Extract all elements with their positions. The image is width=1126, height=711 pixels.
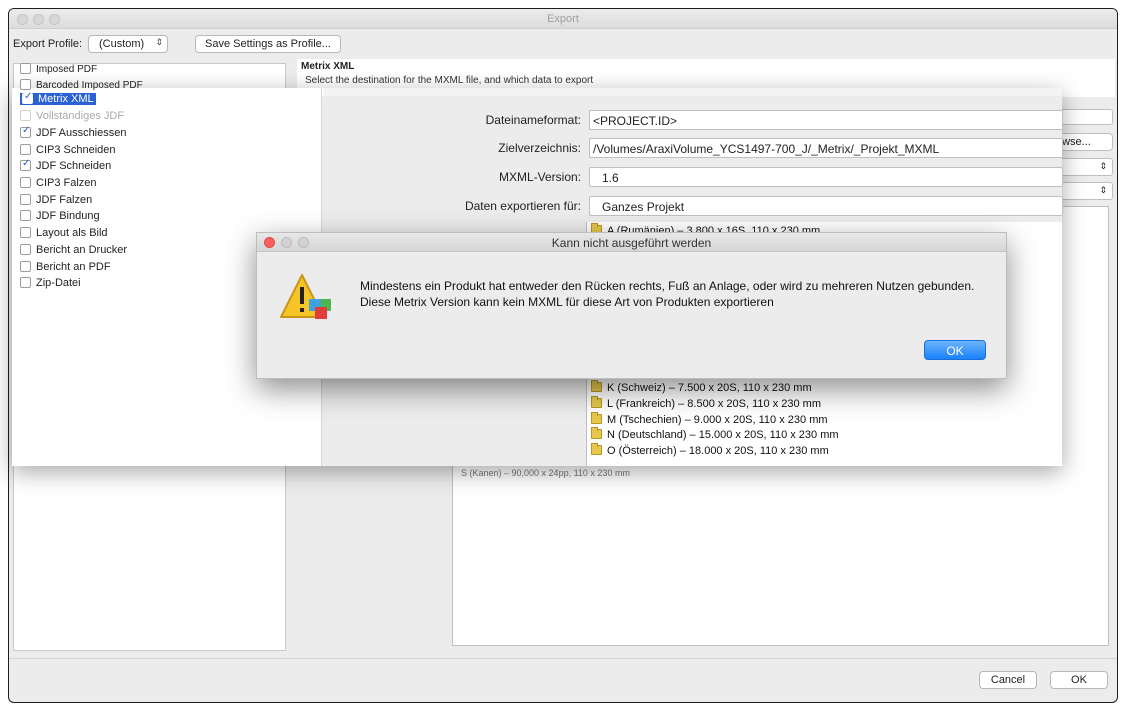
export-profile-label: Export Profile: xyxy=(13,38,83,50)
background-list-row: S (Kanen) – 90,000 x 24pp, 110 x 230 mm xyxy=(461,468,630,478)
warning-icon xyxy=(280,274,331,319)
checkbox[interactable] xyxy=(20,144,31,155)
export-window-title: Export xyxy=(547,13,579,25)
export-profile-value: (Custom) xyxy=(99,38,145,50)
folder-icon xyxy=(591,380,602,392)
checkbox[interactable] xyxy=(20,158,31,171)
folder-icon xyxy=(591,396,602,408)
dialog-titlebar: Kann nicht ausgeführt werden xyxy=(257,233,1006,252)
mxml-version-select[interactable]: 1.6 xyxy=(589,167,1063,187)
export-profile-select[interactable]: (Custom) ⇕ xyxy=(88,35,168,53)
dialog-message-line-1: Mindestens ein Produkt hat entweder den … xyxy=(360,279,975,293)
export-type-item[interactable]: JDF Bindung xyxy=(20,210,100,226)
filename-format-label: Dateinameformat: xyxy=(485,113,581,127)
checkbox[interactable] xyxy=(20,261,31,272)
export-type-item-metrix-xml[interactable]: Metrix XML xyxy=(20,91,96,109)
save-settings-profile-button[interactable]: Save Settings as Profile... xyxy=(195,35,341,53)
main-panel-title: Metrix XML xyxy=(301,61,355,72)
export-titlebar: Export xyxy=(9,9,1117,29)
panel-top-band xyxy=(323,88,1062,96)
export-data-for-select[interactable]: Ganzes Projekt xyxy=(589,196,1063,216)
export-data-for-label: Daten exportieren für: xyxy=(464,199,581,213)
checkbox[interactable] xyxy=(20,194,31,205)
export-type-item[interactable]: JDF Schneiden xyxy=(20,158,111,176)
checkbox[interactable] xyxy=(20,277,31,288)
checkbox[interactable] xyxy=(22,91,33,104)
main-panel-subtitle: Select the destination for the MXML file… xyxy=(305,75,594,86)
filename-format-input[interactable]: <PROJECT.ID> xyxy=(589,110,1063,130)
export-type-item[interactable]: Layout als Bild xyxy=(20,227,108,243)
checkbox[interactable] xyxy=(20,244,31,255)
ok-button[interactable]: OK xyxy=(1050,671,1108,689)
checkbox[interactable] xyxy=(20,63,31,74)
target-directory-input[interactable]: /Volumes/AraxiVolume_YCS1497-700_J/_Metr… xyxy=(589,138,1063,158)
folder-icon xyxy=(591,427,602,439)
dialog-title: Kann nicht ausgeführt werden xyxy=(551,236,712,250)
checkbox[interactable] xyxy=(20,125,31,138)
export-type-item[interactable]: CIP3 Schneiden xyxy=(20,144,116,160)
folder-icon xyxy=(591,443,602,455)
list-item[interactable]: O (Österreich) – 18.000 x 20S, 110 x 230… xyxy=(591,443,829,457)
dialog-message: Mindestens ein Produkt hat entweder den … xyxy=(360,278,974,310)
list-item[interactable]: M (Tschechien) – 9.000 x 20S, 110 x 230 … xyxy=(591,412,828,426)
footer-bar: Cancel OK xyxy=(9,658,1117,702)
export-type-item[interactable]: JDF Ausschiessen xyxy=(20,125,126,143)
mxml-version-label: MXML-Version: xyxy=(498,170,581,184)
export-type-item[interactable]: Bericht an Drucker xyxy=(20,244,127,260)
checkbox[interactable] xyxy=(20,210,31,221)
folder-icon xyxy=(591,412,602,424)
cancel-button[interactable]: Cancel xyxy=(979,671,1037,689)
export-type-item[interactable]: CIP3 Falzen xyxy=(20,177,97,193)
list-item[interactable]: L (Frankreich) – 8.500 x 20S, 110 x 230 … xyxy=(591,396,821,410)
checkbox[interactable] xyxy=(20,79,31,90)
export-type-item[interactable]: Imposed PDF xyxy=(20,63,97,79)
list-item[interactable]: K (Schweiz) – 7.500 x 20S, 110 x 230 mm xyxy=(591,380,812,394)
checkbox[interactable] xyxy=(20,177,31,188)
updown-arrows-icon: ⇕ xyxy=(155,37,163,47)
list-item[interactable]: N (Deutschland) – 15.000 x 20S, 110 x 23… xyxy=(591,427,839,441)
target-directory-label: Zielverzeichnis: xyxy=(498,141,581,155)
export-toolbar: Export Profile: (Custom) ⇕ Save Settings… xyxy=(9,30,1117,60)
checkbox xyxy=(20,110,31,121)
export-type-item[interactable]: JDF Falzen xyxy=(20,194,92,210)
dialog-ok-button[interactable]: OK xyxy=(924,340,986,360)
checkbox[interactable] xyxy=(20,227,31,238)
dialog-message-line-2: Diese Metrix Version kann kein MXML für … xyxy=(360,295,774,309)
export-type-item[interactable]: Zip-Datei xyxy=(20,277,81,293)
export-type-item: Vollständiges JDF xyxy=(20,110,124,126)
export-type-item[interactable]: Bericht an PDF xyxy=(20,261,111,277)
error-dialog: Kann nicht ausgeführt werden Mindestens … xyxy=(256,232,1007,379)
